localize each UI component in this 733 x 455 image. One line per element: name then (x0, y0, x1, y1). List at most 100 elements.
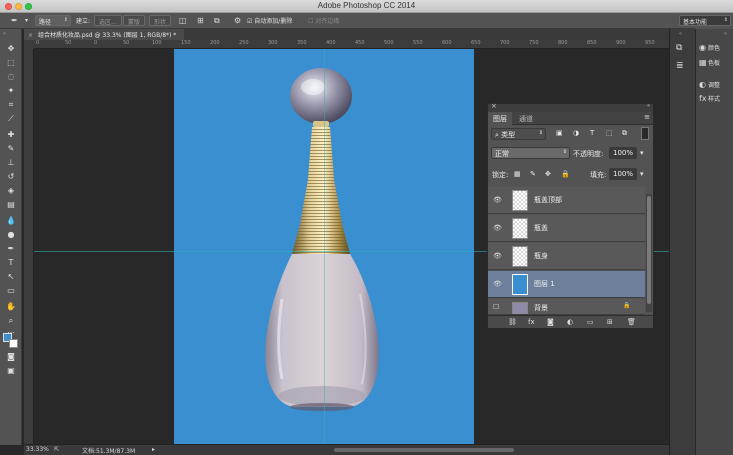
status-menu-arrow-icon[interactable]: ▸ (152, 446, 155, 453)
path-alignment-icon[interactable]: ⊞ (197, 16, 204, 25)
layer-name[interactable]: 瓶身 (534, 251, 548, 261)
new-adjustment-layer-icon[interactable]: ◐ (567, 318, 573, 326)
healing-brush-tool-icon[interactable]: ✚ (5, 129, 17, 140)
eyedropper-tool-icon[interactable]: ⟋ (5, 113, 17, 124)
dock-collapse-icon[interactable]: « (724, 31, 727, 37)
screen-mode-icon[interactable]: ▣ (5, 365, 17, 376)
auto-add-delete-checkbox[interactable]: ☑ 自动添加/删除 (247, 16, 292, 25)
close-tab-icon[interactable]: × (28, 32, 33, 39)
eraser-tool-icon[interactable]: ◈ (5, 185, 17, 196)
tab-channels[interactable]: 通道 (514, 112, 538, 125)
brush-tool-icon[interactable]: ✎ (5, 143, 17, 154)
link-layers-icon[interactable]: ⛓ (508, 318, 517, 326)
layer-name[interactable]: 瓶盖顶部 (534, 195, 562, 205)
filter-pixel-icon[interactable]: ▣ (556, 129, 563, 137)
eye-icon[interactable]: 👁 (493, 280, 503, 288)
vertical-ruler[interactable] (24, 49, 34, 444)
filter-type-icon[interactable]: T (590, 129, 594, 137)
filter-shape-icon[interactable]: ⬚ (606, 129, 613, 137)
lock-all-icon[interactable]: 🔒 (561, 170, 570, 178)
panel-header[interactable]: × « (488, 102, 653, 112)
path-operations-icon[interactable]: ◫ (179, 16, 187, 25)
collapse-icon[interactable]: « (647, 103, 650, 109)
new-group-icon[interactable]: ▭ (587, 318, 594, 326)
clone-stamp-tool-icon[interactable]: ⊥ (5, 157, 17, 168)
horizontal-ruler[interactable]: 0 50 0 50 100 150 200 250 300 350 400 450 500 550 600 6… (34, 40, 669, 49)
lock-position-icon[interactable]: ✥ (545, 170, 551, 178)
share-icon[interactable]: ⇱ (54, 446, 59, 453)
horizontal-scrollbar[interactable] (334, 448, 514, 452)
layer-row-body[interactable]: 👁 瓶身 (488, 243, 645, 270)
zoom-level[interactable]: 33.33% (26, 446, 49, 453)
filter-toggle[interactable] (641, 127, 649, 140)
shape-tool-icon[interactable]: ▭ (5, 285, 17, 296)
align-edges-checkbox[interactable]: ☐ 对齐边缘 (308, 16, 339, 25)
zoom-tool-icon[interactable]: ⌕ (5, 315, 17, 326)
filter-adjustment-icon[interactable]: ◑ (573, 129, 579, 137)
quick-mask-icon[interactable]: ◙ (5, 351, 17, 362)
path-arrangement-icon[interactable]: ⧉ (214, 16, 220, 26)
panel-menu-icon[interactable]: ≡ (644, 113, 650, 121)
filter-smart-object-icon[interactable]: ⧉ (622, 129, 627, 138)
history-brush-tool-icon[interactable]: ↺ (5, 171, 17, 182)
dock-item-styles[interactable]: fx样式 (699, 94, 733, 106)
layer-row-layer-1[interactable]: 👁 图层 1 (488, 271, 645, 298)
move-tool-icon[interactable]: ✥ (5, 43, 17, 54)
marquee-tool-icon[interactable]: ⬚ (5, 57, 17, 68)
delete-layer-icon[interactable]: 🗑 (627, 318, 636, 326)
close-icon[interactable]: × (491, 102, 497, 110)
layer-name[interactable]: 瓶盖 (534, 223, 548, 233)
type-tool-icon[interactable]: T (5, 257, 17, 268)
fill-dropdown-icon[interactable]: ▾ (640, 170, 644, 178)
history-panel-icon[interactable]: ⧉ (676, 43, 682, 53)
layer-row-background[interactable]: ☐ 背景 🔒 (488, 299, 645, 315)
visibility-toggle[interactable]: ☐ (493, 303, 503, 311)
lock-transparent-icon[interactable]: ▦ (514, 170, 521, 178)
layers-scrollbar[interactable] (646, 194, 652, 312)
pen-tool-icon[interactable]: ✒ (11, 16, 18, 25)
chevron-down-icon[interactable]: ▾ (25, 17, 28, 24)
tool-mode-select[interactable]: 路径 ⇕ (35, 15, 71, 26)
crop-tool-icon[interactable]: ⌗ (5, 99, 17, 110)
layer-style-icon[interactable]: fx (528, 318, 535, 326)
opacity-input[interactable]: 100% (609, 147, 637, 159)
layer-row-cap[interactable]: 👁 瓶盖 (488, 215, 645, 242)
dock-item-adjustments[interactable]: ◐ 调整 (699, 80, 733, 92)
eye-icon[interactable]: 👁 (493, 252, 503, 260)
layer-name[interactable]: 背景 (534, 303, 548, 313)
layer-filter-select[interactable]: ⌕ 类型 ⇕ (491, 128, 546, 140)
lock-image-icon[interactable]: ✎ (530, 170, 536, 178)
fill-input[interactable]: 100% (609, 168, 637, 180)
add-mask-icon[interactable]: ◙ (547, 318, 554, 326)
tab-layers[interactable]: 图层 (488, 112, 512, 125)
layer-row-cap-top[interactable]: 👁 瓶盖顶部 (488, 187, 645, 214)
make-shape-button[interactable]: 形状 (149, 15, 172, 26)
properties-panel-icon[interactable]: ≣ (676, 61, 684, 71)
pen-tool-icon[interactable]: ✒ (5, 243, 17, 254)
path-selection-tool-icon[interactable]: ↖ (5, 271, 17, 282)
toolbar-collapse-icon[interactable]: » (3, 31, 6, 37)
make-selection-button[interactable]: 选区... (94, 15, 122, 26)
dock-item-swatches[interactable]: ▦色板 (699, 58, 733, 70)
layer-name[interactable]: 图层 1 (534, 279, 555, 289)
gear-icon[interactable]: ⚙ (234, 16, 241, 25)
eye-icon[interactable]: 👁 (493, 224, 503, 232)
lasso-tool-icon[interactable]: ◌ (5, 71, 17, 82)
vertical-guide[interactable] (324, 49, 325, 444)
hand-tool-icon[interactable]: ✋ (5, 301, 17, 312)
quick-select-tool-icon[interactable]: ✦ (5, 85, 17, 96)
document-tab[interactable]: × 组合材质化妆品.psd @ 33.3% (图层 1, RGB/8*) * (24, 29, 184, 40)
gradient-tool-icon[interactable]: ▤ (5, 199, 17, 210)
dock-collapse-icon[interactable]: « (679, 31, 682, 37)
workspace-select[interactable]: 基本功能 ⇕ (679, 15, 731, 26)
dodge-tool-icon[interactable]: ● (5, 229, 17, 240)
eye-icon[interactable]: 👁 (493, 196, 503, 204)
scrollbar-thumb[interactable] (647, 196, 651, 304)
opacity-dropdown-icon[interactable]: ▾ (640, 149, 644, 157)
blend-mode-select[interactable]: 正常 ⇕ (491, 147, 570, 159)
dock-item-color[interactable]: ◉ 颜色 (699, 43, 733, 55)
background-color-swatch[interactable] (9, 339, 18, 348)
blur-tool-icon[interactable]: 💧 (5, 215, 17, 226)
new-layer-icon[interactable]: ⊞ (607, 318, 613, 326)
make-mask-button[interactable]: 蒙版 (123, 15, 146, 26)
